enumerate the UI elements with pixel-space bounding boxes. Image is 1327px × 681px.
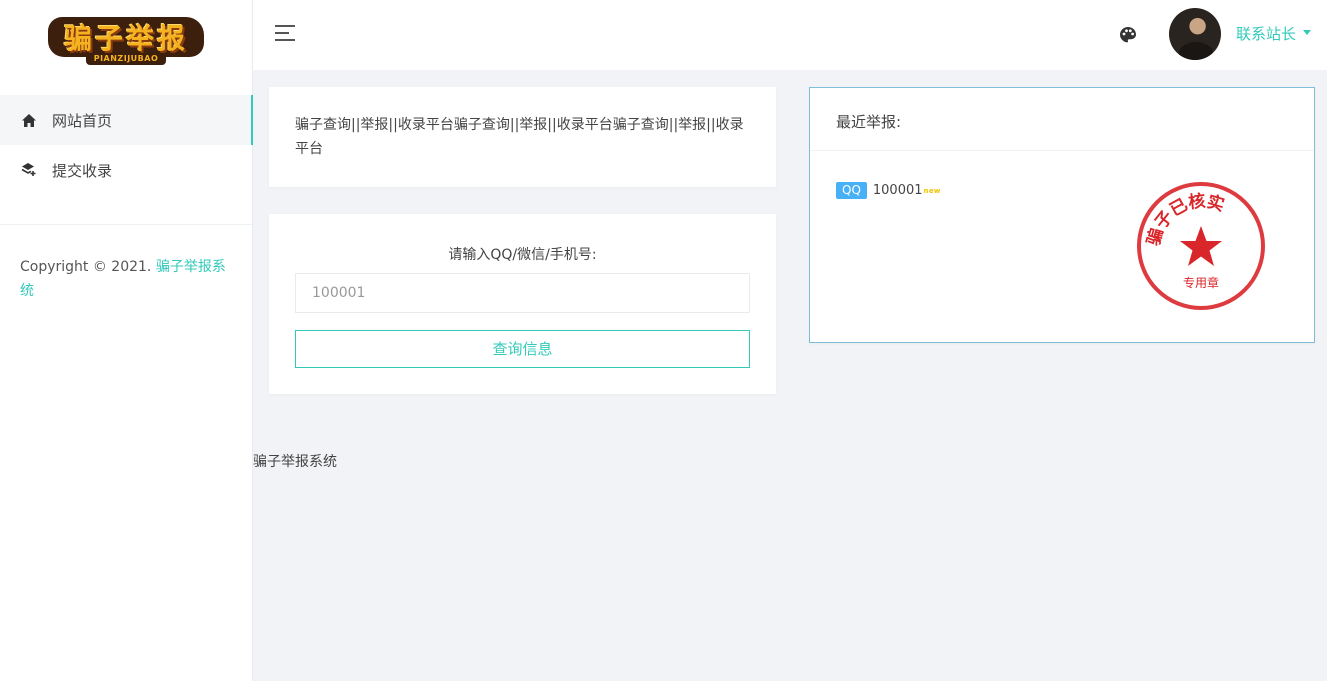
- sidebar: 骗子举报 PIANZIJUBAO 网站首页 提交收录 Copyright © 2…: [0, 0, 253, 681]
- list-item[interactable]: QQ 100001 new: [836, 182, 941, 199]
- intro-text: 骗子查询||举报||收录平台骗子查询||举报||收录平台骗子查询||举报||收录…: [295, 117, 744, 157]
- sidebar-item-label: 网站首页: [52, 111, 113, 130]
- footer-text: 骗子举报系统: [253, 454, 337, 470]
- new-badge: new: [923, 186, 941, 195]
- logo-area: 骗子举报 PIANZIJUBAO: [0, 0, 252, 80]
- intro-card: 骗子查询||举报||收录平台骗子查询||举报||收录平台骗子查询||举报||收录…: [269, 87, 776, 187]
- logo-subtext: PIANZIJUBAO: [86, 53, 166, 65]
- recent-title: 最近举报:: [810, 88, 1314, 151]
- copyright: Copyright © 2021. 骗子举报系统: [0, 225, 252, 303]
- user-menu-label[interactable]: 联系站长: [1236, 23, 1296, 44]
- search-card: 请输入QQ/微信/手机号: 查询信息: [269, 214, 776, 394]
- menu-toggle-icon[interactable]: [275, 25, 295, 41]
- avatar[interactable]: [1169, 8, 1221, 60]
- stamp-top-text: 骗子已核实: [1143, 190, 1227, 247]
- top-header: 联系站长: [253, 0, 1327, 70]
- palette-icon[interactable]: [1119, 26, 1137, 44]
- copyright-text: Copyright © 2021.: [20, 259, 156, 275]
- stamp-bottom-text: 专用章: [1183, 275, 1219, 290]
- home-icon: [20, 113, 38, 127]
- site-logo[interactable]: 骗子举报 PIANZIJUBAO: [48, 17, 204, 65]
- sidebar-item-submit[interactable]: 提交收录: [0, 145, 252, 195]
- sidebar-item-home[interactable]: 网站首页: [0, 95, 253, 145]
- logo-text: 骗子举报: [63, 22, 188, 55]
- logo-badge: 骗子举报: [48, 17, 204, 57]
- recent-reports-card: 最近举报: QQ 100001 new 骗子已核实 专用章: [809, 87, 1315, 343]
- sidebar-item-label: 提交收录: [52, 161, 113, 180]
- chevron-down-icon[interactable]: [1303, 30, 1311, 35]
- svg-text:骗子已核实: 骗子已核实: [1143, 190, 1227, 247]
- sidebar-nav: 网站首页 提交收录: [0, 95, 253, 195]
- search-label: 请输入QQ/微信/手机号:: [448, 247, 597, 263]
- search-input[interactable]: [295, 273, 750, 313]
- report-number: 100001: [872, 183, 923, 198]
- type-badge: QQ: [836, 182, 867, 199]
- verified-stamp-icon: 骗子已核实 专用章: [1137, 182, 1265, 310]
- layers-icon: [20, 163, 38, 177]
- query-button[interactable]: 查询信息: [295, 330, 750, 368]
